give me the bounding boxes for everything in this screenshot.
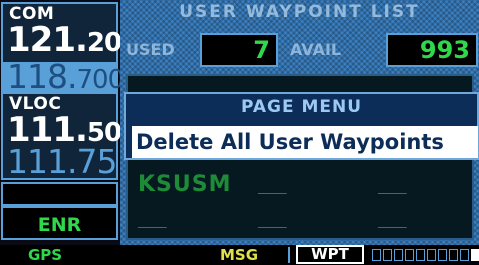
page-group-indicator: WPT (296, 245, 364, 264)
avail-label: AVAIL (290, 40, 342, 59)
used-count: 7 (200, 33, 278, 67)
gps-display: COM 121.200 118.700 VLOC 111.50 111.75 E… (0, 0, 479, 265)
page-dot (427, 249, 436, 261)
com-standby-frequency[interactable]: 118.700 (3, 60, 124, 95)
page-title: USER WAYPOINT LIST (179, 2, 420, 22)
page-dot (405, 249, 414, 261)
vloc-standby-frequency[interactable]: 111.75 (3, 142, 117, 181)
waypoint-field: _____ (258, 214, 286, 229)
list-item[interactable]: _____ _____ _____ (128, 202, 476, 242)
page-dot (449, 249, 458, 261)
com-radio-window[interactable]: COM 121.200 118.700 (1, 2, 139, 95)
flight-phase-box: ENR (1, 206, 118, 240)
status-bar: GPS MSG WPT (0, 245, 479, 265)
page-dot (383, 249, 392, 261)
page-group-label: WPT (311, 245, 349, 263)
nav-source-annunciator: GPS (28, 246, 63, 264)
avail-count: 993 (386, 33, 478, 67)
page-dot (416, 249, 425, 261)
page-menu: PAGE MENU Delete All User Waypoints (124, 92, 479, 160)
radio-column: COM 121.200 118.700 VLOC 111.50 111.75 E… (0, 0, 139, 245)
menu-item-delete-all-user-waypoints[interactable]: Delete All User Waypoints (132, 126, 478, 158)
cdi-window (1, 182, 118, 206)
status-divider (288, 247, 290, 263)
com-active-mhz: 121. (7, 20, 88, 60)
message-annunciator[interactable]: MSG (220, 246, 258, 264)
page-menu-title: PAGE MENU (240, 97, 363, 117)
waypoint-field: _____ (258, 180, 286, 195)
com-standby-mhz: 118. (7, 57, 77, 96)
waypoint-field: _____ (378, 180, 406, 195)
com-active-frequency: 121.200 (7, 20, 139, 60)
flight-phase-label: ENR (37, 214, 82, 236)
page-position-indicator (372, 249, 479, 261)
page-dot (438, 249, 447, 261)
waypoint-field: _____ (378, 214, 406, 229)
page-dot (460, 249, 469, 261)
used-label: USED (126, 40, 175, 59)
page-dot (372, 249, 381, 261)
com-standby-khz: 700 (76, 65, 124, 95)
page-dot (394, 249, 403, 261)
waypoint-name: _____ (138, 214, 166, 229)
page-dot (471, 249, 479, 261)
waypoint-name: KSUSM (138, 172, 232, 197)
vloc-radio-window[interactable]: VLOC 111.50 111.75 (1, 92, 122, 181)
